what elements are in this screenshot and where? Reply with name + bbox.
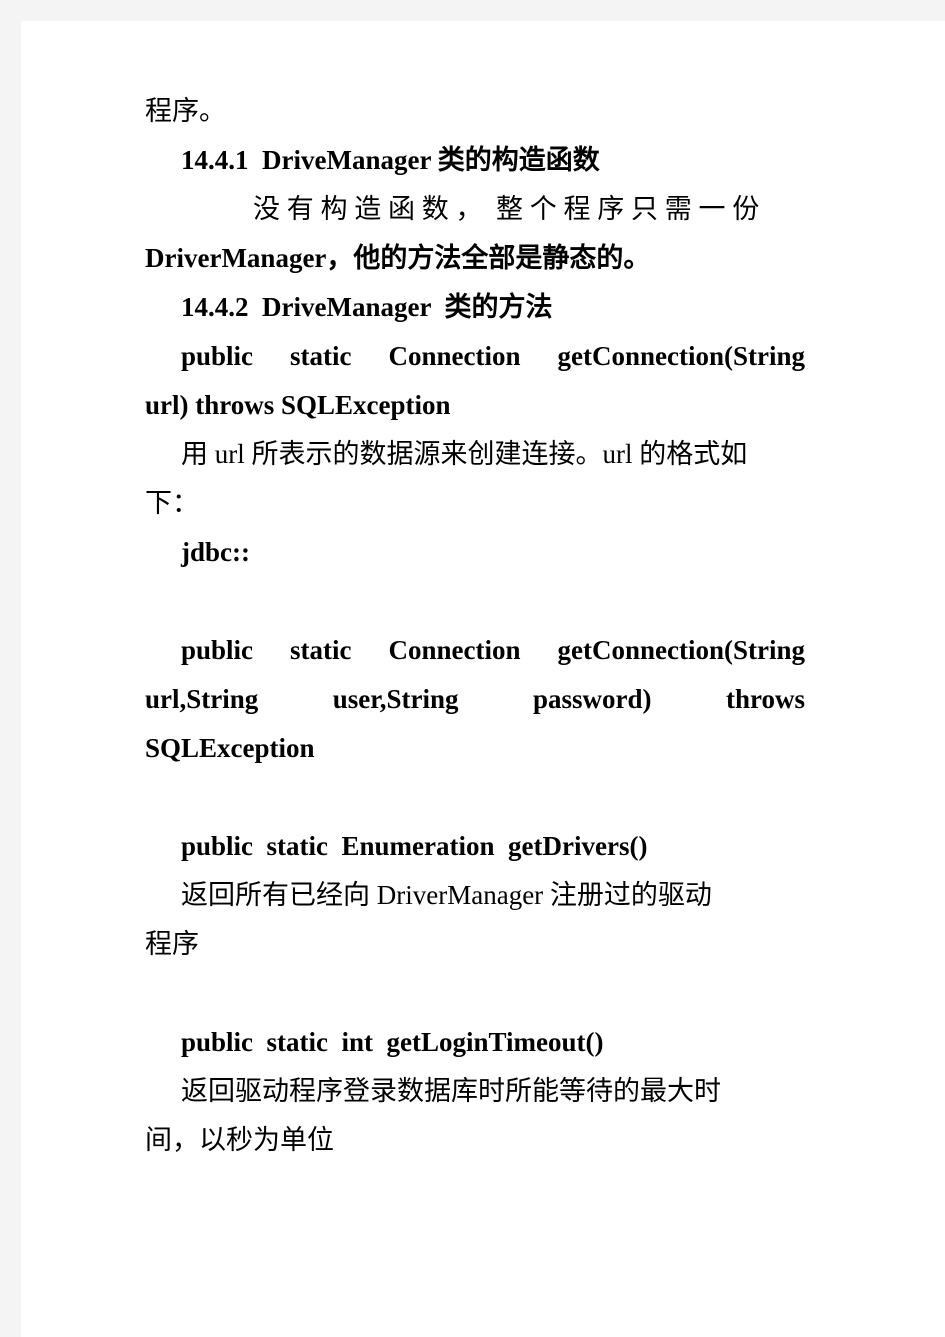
sig-token-password: password) — [532, 684, 652, 714]
sig-token-getconnection: getConnection(String — [557, 341, 805, 371]
term-drivermanager: DriverManager，他的方法全部是静态的。 — [145, 243, 651, 273]
paragraph-no-constructor-line1: 没 有 构 造 函 数 ， 整 个 程 序 只 需 一 份 — [253, 194, 760, 224]
signature-getconnection-upw-line2: url,String user,String password) throws — [145, 675, 805, 724]
paragraph-continuation: 程序。 — [145, 96, 226, 126]
signature-getdrivers: public static Enumeration getDrivers() — [181, 831, 648, 861]
sig-token-connection: Connection — [388, 341, 521, 371]
paragraph-url-description-line2: 下： — [145, 488, 199, 518]
paragraph-getdrivers-description-line1: 返回所有已经向 DriverManager 注册过的驱动 — [181, 880, 712, 910]
heading-14-4-1: 14.4.1 DriveManager 类的构造函数 — [181, 145, 600, 175]
paragraph-getlogintimeout-description-line1: 返回驱动程序登录数据库时所能等待的最大时 — [181, 1076, 721, 1106]
paragraph-no-constructor-line2: DriverManager，他的方法全部是静态的。 — [145, 234, 805, 283]
sig-token-getconnection: getConnection(String — [557, 635, 805, 665]
signature-getlogintimeout: public static int getLoginTimeout() — [181, 1027, 604, 1057]
sig-token-public: public — [181, 635, 254, 665]
paragraph-url-description-line1: 用 url 所表示的数据源来创建连接。url 的格式如 — [181, 439, 748, 469]
sig-token-static: static — [290, 341, 352, 371]
signature-getconnection-url-line2: url) throws SQLException — [145, 390, 451, 420]
sig-token-static: static — [290, 635, 352, 665]
heading-14-4-2: 14.4.2 DriveManager 类的方法 — [181, 292, 553, 322]
paragraph-getlogintimeout-description-line2: 间，以秒为单位 — [145, 1125, 334, 1155]
sig-token-connection: Connection — [388, 635, 521, 665]
sig-token-public: public — [181, 341, 254, 371]
signature-getconnection-url-line1: public static Connection getConnection(S… — [145, 332, 805, 381]
code-jdbc-url-format: jdbc:: — [181, 537, 250, 567]
document-body: 程序。 14.4.1 DriveManager 类的构造函数 没 有 构 造 函… — [145, 87, 805, 1165]
paragraph-getdrivers-description-line2: 程序 — [145, 929, 199, 959]
sig-token-throws: throws — [725, 684, 805, 714]
signature-getconnection-upw-line1: public static Connection getConnection(S… — [145, 626, 805, 675]
signature-getconnection-upw-line3: SQLException — [145, 733, 315, 763]
document-page: 程序。 14.4.1 DriveManager 类的构造函数 没 有 构 造 函… — [21, 21, 945, 1337]
sig-token-url-string: url,String — [145, 684, 259, 714]
sig-token-user-string: user,String — [332, 684, 459, 714]
